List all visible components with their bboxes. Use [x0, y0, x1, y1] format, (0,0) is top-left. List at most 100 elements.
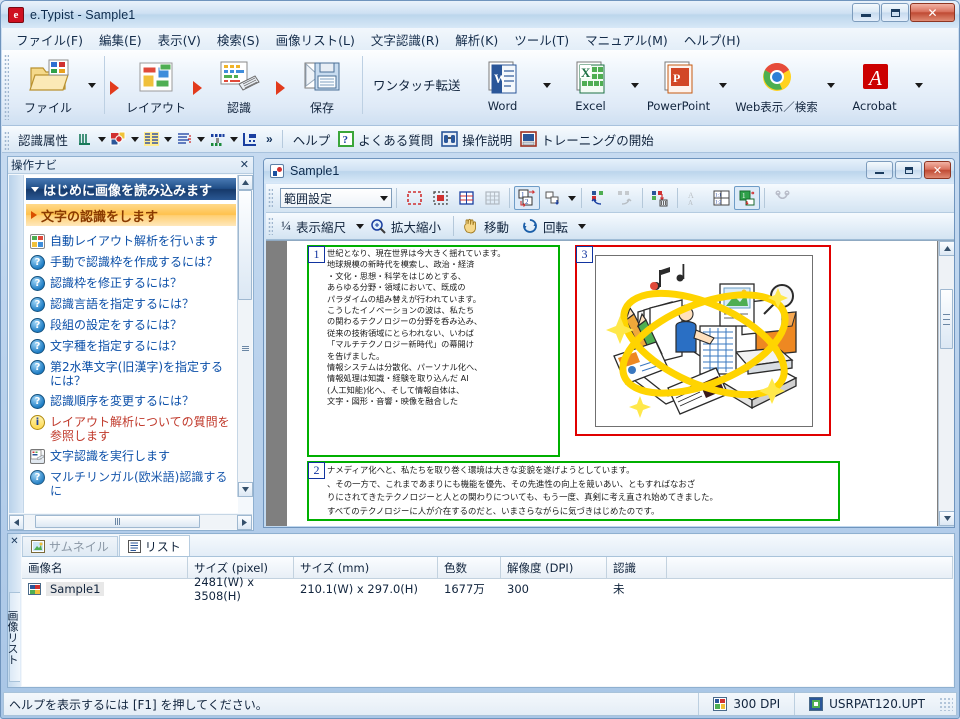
text-block-1[interactable]: 1 世紀となり、現在世界は今大きく揺れています。 地球規模の新時代を模索し、政治…: [307, 245, 560, 457]
nav-hscroll-thumb[interactable]: [35, 515, 200, 528]
column-header-recognize[interactable]: 認識: [607, 557, 667, 578]
menu-file[interactable]: ファイル(F): [8, 28, 91, 51]
nav-section-recognize[interactable]: 文字の認識をします: [26, 204, 236, 226]
export-acrobat-button[interactable]: A Acrobat: [839, 50, 911, 120]
line-order-dropdown[interactable]: [195, 129, 206, 150]
nav-link-columns[interactable]: ? 段組の設定をするには？: [24, 315, 238, 336]
save-button[interactable]: 保存: [286, 50, 358, 120]
toolbar-overflow-button[interactable]: »: [261, 132, 278, 146]
nav-link-run-ocr[interactable]: 文字認識を実行します: [24, 446, 238, 467]
menu-ocr[interactable]: 文字認識(R): [363, 28, 447, 51]
doc-scroll-up-button[interactable]: [939, 241, 954, 256]
nav-link-jis2[interactable]: ? 第2水準文字(旧漢字)を指定するには？: [24, 357, 238, 391]
doc-scroll-down-button[interactable]: [939, 511, 954, 526]
scroll-down-button[interactable]: [238, 482, 253, 497]
scroll-right-button[interactable]: [237, 515, 252, 530]
menu-edit[interactable]: 編集(E): [91, 28, 150, 51]
select-region-button[interactable]: [401, 186, 427, 210]
fill-region-button[interactable]: [427, 186, 453, 210]
char-type-button[interactable]: [206, 129, 228, 150]
menu-image-list[interactable]: 画像リスト(L): [268, 28, 363, 51]
menu-search[interactable]: 検索(S): [209, 28, 268, 51]
tab-thumbnail[interactable]: サムネイル: [22, 536, 118, 556]
export-word-button[interactable]: W Word: [467, 50, 539, 120]
acrobat-dropdown[interactable]: [911, 50, 927, 120]
table-region-button[interactable]: [239, 129, 261, 150]
faq-button[interactable]: ? よくある質問: [336, 130, 439, 149]
word-dropdown[interactable]: [539, 50, 555, 120]
document-vertical-scrollbar[interactable]: [938, 241, 954, 526]
scroll-left-button[interactable]: [9, 515, 24, 530]
training-button[interactable]: トレーニングの開始: [518, 130, 660, 149]
nav-link-auto-layout[interactable]: 自動レイアウト解析を行います: [24, 231, 238, 252]
recognize-button[interactable]: 認識: [203, 50, 275, 120]
zoom-ratio-button[interactable]: 1:1 1:2: [708, 186, 734, 210]
nav-panel-close-button[interactable]: ✕: [240, 158, 249, 171]
child-maximize-button[interactable]: [895, 161, 922, 179]
region-mode-combo[interactable]: 範囲設定: [280, 188, 392, 208]
menu-analysis[interactable]: 解析(K): [447, 28, 506, 51]
image-block-3[interactable]: 3: [575, 245, 831, 436]
file-dropdown[interactable]: [84, 50, 100, 120]
nav-link-multilingual[interactable]: ? マルチリンガル(欧米語)認識するに: [24, 467, 238, 501]
child-close-button[interactable]: ✕: [924, 161, 951, 179]
file-button[interactable]: ファイル: [12, 50, 84, 120]
child-minimize-button[interactable]: [866, 161, 893, 179]
export-powerpoint-button[interactable]: P PowerPoint: [643, 50, 715, 120]
order-options-dropdown[interactable]: [566, 188, 577, 209]
grid-region-button[interactable]: [479, 186, 505, 210]
minimize-button[interactable]: [852, 3, 880, 22]
pan-button[interactable]: [458, 214, 484, 238]
scroll-up-button[interactable]: [238, 175, 253, 190]
region-type-button[interactable]: [107, 129, 129, 150]
web-dropdown[interactable]: [823, 50, 839, 120]
excel-dropdown[interactable]: [627, 50, 643, 120]
column-header-blank[interactable]: [667, 557, 953, 578]
tab-list[interactable]: リスト: [118, 535, 190, 556]
view-toolbar-grip[interactable]: [268, 217, 273, 235]
nav-scroll-thumb[interactable]: [238, 190, 252, 300]
zoom-inout-label[interactable]: 拡大縮小: [391, 217, 449, 236]
nav-section-load-image[interactable]: はじめに画像を読み込みます: [26, 178, 236, 200]
doc-scroll-thumb[interactable]: [940, 289, 953, 349]
resize-grip-icon[interactable]: [939, 697, 953, 711]
column-header-dpi[interactable]: 解像度 (DPI): [501, 557, 607, 578]
nav-link-order[interactable]: ? 認識順序を変更するには？: [24, 391, 238, 412]
nav-link-manual-frame[interactable]: ? 手動で認識枠を作成するには？: [24, 252, 238, 273]
vertical-tab-image-list[interactable]: 画像リスト: [6, 592, 20, 682]
nav-link-layout-faq[interactable]: i レイアウト解析についての質問を参照します: [24, 412, 238, 446]
zoom-ratio-label[interactable]: 表示縮尺: [296, 217, 354, 236]
page-settings-button[interactable]: 1: [734, 186, 760, 210]
powerpoint-dropdown[interactable]: [715, 50, 731, 120]
menu-help[interactable]: ヘルプ(H): [676, 28, 749, 51]
redo-button[interactable]: [612, 186, 638, 210]
nav-horizontal-scrollbar[interactable]: [9, 514, 252, 530]
text-block-2[interactable]: 2 ナメディア化へと、私たちを取り巻く環境は大きな変貌を遂げようとしています。 …: [307, 461, 840, 521]
region-type-dropdown[interactable]: [129, 129, 140, 150]
export-excel-button[interactable]: X Excel: [555, 50, 627, 120]
magnifier-button[interactable]: [365, 214, 391, 238]
nav-vertical-scrollbar[interactable]: [237, 175, 253, 497]
list-panel-close-button[interactable]: ✕: [8, 534, 21, 547]
toolbar-grip[interactable]: [4, 54, 9, 120]
nav-link-language[interactable]: ? 認識言語を指定するには？: [24, 294, 238, 315]
rotate-label[interactable]: 回転: [543, 217, 576, 236]
menu-view[interactable]: 表示(V): [150, 28, 209, 51]
zoom-ratio-dropdown[interactable]: [354, 216, 365, 237]
rotate-dropdown[interactable]: [576, 216, 587, 237]
column-layout-button[interactable]: [140, 129, 162, 150]
table-region-button-doc[interactable]: [453, 186, 479, 210]
doc-toolbar-grip[interactable]: [268, 188, 273, 208]
document-page[interactable]: 1 世紀となり、現在世界は今大きく揺れています。 地球規模の新時代を模索し、政治…: [287, 241, 937, 526]
menu-tools[interactable]: ツール(T): [506, 28, 577, 51]
menu-manual[interactable]: マニュアル(M): [577, 28, 676, 51]
column-layout-dropdown[interactable]: [162, 129, 173, 150]
nav-link-fix-frame[interactable]: ? 認識枠を修正するには？: [24, 273, 238, 294]
move-label[interactable]: 移動: [484, 217, 517, 236]
instructions-button[interactable]: 操作説明: [439, 130, 518, 149]
undo-button[interactable]: [586, 186, 612, 210]
document-canvas[interactable]: 1 世紀となり、現在世界は今大きく揺れています。 地球規模の新時代を模索し、政治…: [266, 240, 954, 526]
export-web-button[interactable]: Web表示／検索: [731, 50, 823, 120]
maximize-button[interactable]: [881, 3, 909, 22]
column-header-name[interactable]: 画像名: [22, 557, 188, 578]
